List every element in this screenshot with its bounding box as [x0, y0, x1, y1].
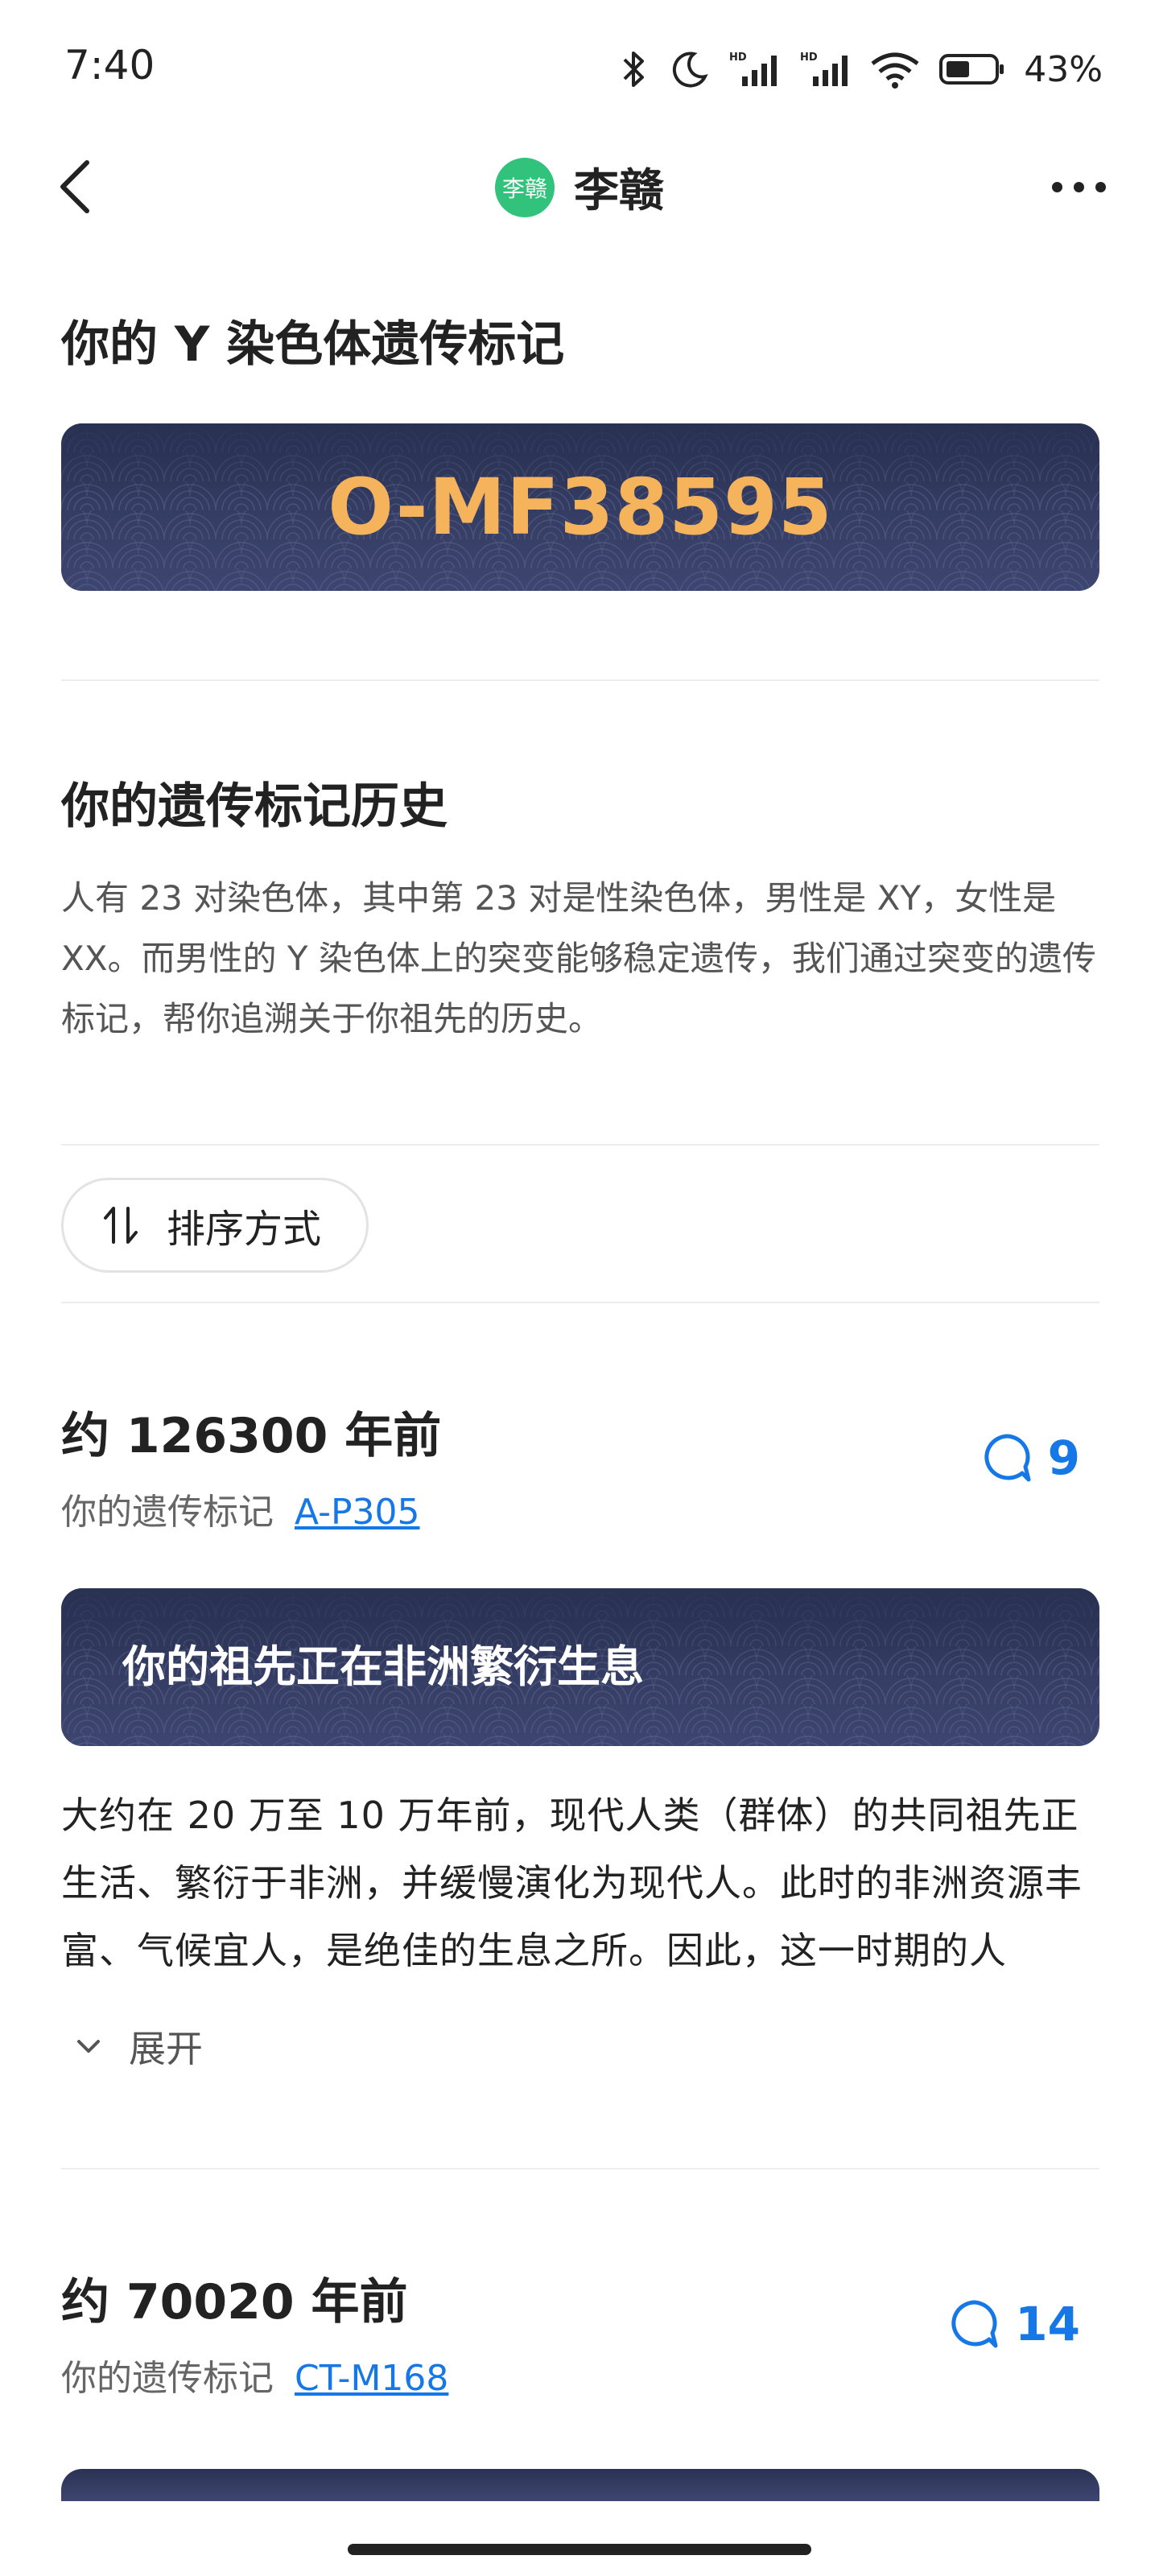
signal-hd-icon-2: HD	[800, 52, 848, 86]
comment-count: 14	[1015, 2297, 1080, 2351]
sort-label: 排序方式	[167, 1207, 322, 1252]
sort-button[interactable]: 排序方式	[61, 1178, 369, 1273]
avatar: 李赣	[495, 157, 555, 217]
battery-icon	[939, 54, 1004, 85]
battery-percentage: 43%	[1024, 48, 1103, 90]
entry-banner	[61, 2469, 1099, 2501]
status-bar: 7:40 HD HD 43%	[0, 0, 1159, 137]
entry-marker-line: 你的遗传标记 CT-M168	[61, 2349, 1099, 2401]
more-dot	[1095, 181, 1106, 192]
svg-text:HD: HD	[729, 52, 747, 64]
wifi-icon	[871, 52, 919, 89]
chevron-down-icon	[77, 2040, 100, 2053]
marker-label: 你的遗传标记	[61, 2358, 274, 2399]
comment-icon	[951, 2300, 998, 2348]
entry-body-text: 大约在 20 万至 10 万年前，现代人类（群体）的共同祖先正生活、繁衍于非洲，…	[61, 1794, 1083, 1972]
status-icons: HD HD 43%	[617, 45, 1103, 93]
status-time: 7:40	[64, 42, 155, 89]
comment-icon	[984, 1434, 1031, 1482]
nav-bar: 李赣 李赣	[0, 137, 1159, 233]
marker-link[interactable]: A-P305	[295, 1492, 420, 1533]
main-content: 你的 Y 染色体遗传标记 O-MF38595 你的遗传标记历史 人有 23 对染…	[61, 298, 1099, 2501]
marker-link[interactable]: CT-M168	[295, 2358, 448, 2399]
history-heading: 你的遗传标记历史	[61, 778, 448, 835]
haplogroup-heading: 你的 Y 染色体遗传标记	[61, 316, 565, 373]
page-title: 李赣	[574, 165, 664, 217]
divider	[61, 1144, 1099, 1146]
signal-hd-icon: HD	[729, 52, 777, 86]
timeline-entry: 约 126300 年前 你的遗传标记 A-P305 9	[61, 1397, 1099, 1558]
expand-label: 展开	[129, 2027, 203, 2070]
comments-button[interactable]: 9	[980, 1430, 1080, 1485]
more-dot	[1051, 181, 1062, 192]
entry-year: 约 126300 年前	[61, 1408, 442, 1464]
nav-title-group: 李赣 李赣	[0, 155, 1159, 220]
expand-button[interactable]: 展开	[72, 2020, 1099, 2073]
entry-year: 约 70020 年前	[61, 2274, 408, 2330]
divider	[61, 679, 1099, 681]
divider	[61, 1302, 1099, 1303]
haplogroup-value: O-MF38595	[328, 462, 833, 552]
entry-banner: 你的祖先正在非洲繁衍生息	[61, 1588, 1099, 1746]
divider	[61, 2168, 1099, 2169]
bluetooth-icon	[623, 52, 645, 87]
more-options-button[interactable]	[1038, 155, 1119, 219]
home-indicator[interactable]	[348, 2544, 811, 2555]
svg-text:HD: HD	[800, 52, 818, 64]
entry-banner-title: 你的祖先正在非洲繁衍生息	[122, 1641, 644, 1692]
history-description: 人有 23 对染色体，其中第 23 对是性染色体，男性是 XY，女性是 XX。而…	[61, 878, 1096, 1038]
more-dot	[1073, 181, 1084, 192]
timeline-entry: 约 70020 年前 你的遗传标记 CT-M168 14	[61, 2263, 1099, 2424]
moon-icon	[673, 52, 708, 88]
comments-button[interactable]: 14	[947, 2297, 1080, 2351]
haplogroup-banner: O-MF38595	[61, 423, 1099, 591]
entry-marker-line: 你的遗传标记 A-P305	[61, 1483, 1099, 1534]
sort-icon	[104, 1207, 138, 1244]
comment-count: 9	[1047, 1430, 1080, 1485]
marker-label: 你的遗传标记	[61, 1492, 274, 1533]
